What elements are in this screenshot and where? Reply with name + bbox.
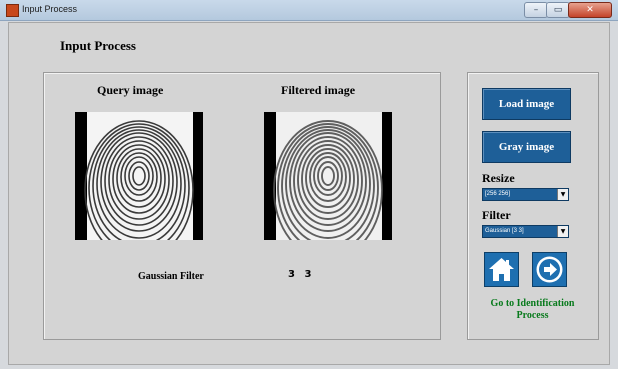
window-title: Input Process [22,4,78,14]
title-bar[interactable]: Input Process – ▭ ✕ [0,0,618,21]
next-button[interactable] [532,252,567,287]
home-icon [489,258,514,281]
go-to-identification-line1: Go to Identification [490,298,575,309]
chevron-down-icon: ▼ [560,191,566,198]
page-title: Input Process [60,38,136,53]
chevron-down-icon: ▼ [560,228,566,235]
kernel-size-text: 3 3 [288,269,315,280]
filter-label: Filter [482,208,511,222]
filter-dropdown[interactable]: Gaussian [3 3] ▼ [482,225,569,238]
dropdown-arrow[interactable]: ▼ [557,226,568,237]
maximize-button[interactable]: ▭ [546,2,570,18]
close-button[interactable]: ✕ [568,2,612,18]
filter-name-text: Gaussian Filter [138,271,204,282]
filtered-fingerprint-image [264,112,392,240]
close-icon: ✕ [586,5,594,15]
query-image-caption: Query image [97,83,164,97]
arrow-right-icon [536,256,563,283]
go-to-identification-link[interactable]: Go to Identification Process [470,298,595,322]
app-window: Input Process – ▭ ✕ Input Process Query … [0,0,618,369]
dropdown-arrow[interactable]: ▼ [557,189,568,200]
resize-dropdown[interactable]: [256 256] ▼ [482,188,569,201]
load-image-button[interactable]: Load image [482,88,571,120]
go-to-identification-line2: Process [516,310,549,321]
resize-label: Resize [482,171,515,185]
matlab-app-icon [6,4,19,17]
query-fingerprint-image [75,112,203,240]
home-button[interactable] [484,252,519,287]
filtered-image-caption: Filtered image [281,83,356,97]
minimize-button[interactable]: – [524,2,548,18]
resize-selected-value: [256 256] [485,191,511,197]
gray-image-button[interactable]: Gray image [482,131,571,163]
maximize-icon: ▭ [553,5,563,15]
filter-selected-value: Gaussian [3 3] [485,228,524,234]
minimize-icon: – [533,5,539,15]
